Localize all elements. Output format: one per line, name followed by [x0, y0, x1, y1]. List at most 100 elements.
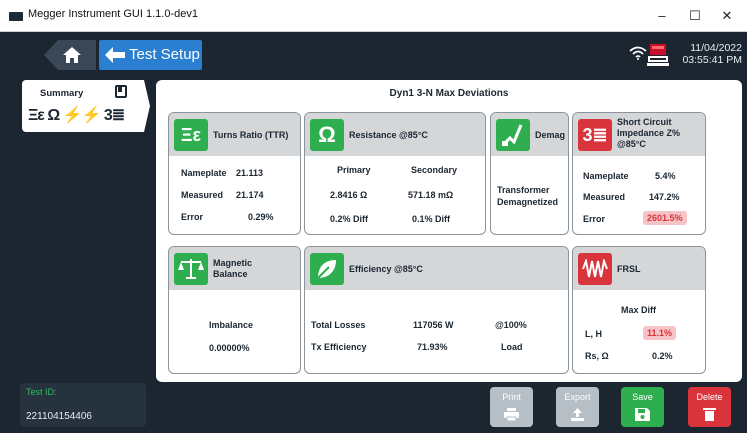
- date-text: 11/04/2022: [690, 42, 742, 54]
- test-id-value: 221104154406: [26, 411, 92, 422]
- tx-efficiency-label: Tx Efficiency: [311, 342, 367, 352]
- arrow-left-icon: [105, 47, 125, 63]
- nameplate-value: 21.113: [236, 168, 264, 178]
- wifi-icon: [629, 46, 647, 60]
- card-header: [305, 247, 568, 290]
- card-title: FRSL: [617, 264, 641, 274]
- test-id-label: Test ID:: [26, 387, 57, 397]
- scale-icon: [178, 259, 204, 279]
- lh-value-highlight: 11.1%: [643, 326, 677, 340]
- measured-label: Measured: [181, 190, 224, 200]
- card-frsl[interactable]: FRSL Max Diff L, H 11.1% Rs, Ω 0.2%: [572, 246, 706, 374]
- test-id-box: Test ID: 221104154406: [20, 383, 146, 427]
- delete-label: Delete: [696, 392, 723, 402]
- window-title: Megger Instrument GUI 1.1.0-dev1: [28, 8, 198, 20]
- coil-icon: [582, 257, 608, 278]
- card-title-line-3: @85°C: [617, 139, 646, 149]
- measured-value: 21.174: [236, 190, 264, 200]
- short-circuit-icon: 3≣: [578, 119, 612, 151]
- frsl-icon: [578, 253, 612, 285]
- card-magnetic-balance[interactable]: Magnetic Balance Imbalance 0.00000%: [168, 246, 301, 374]
- delete-button[interactable]: Delete: [688, 387, 731, 427]
- card-resistance[interactable]: Ω Resistance @85°C Primary Secondary 2.8…: [304, 112, 486, 235]
- datetime: 11/04/2022 03:55:41 PM: [672, 42, 742, 66]
- error-value: 0.29%: [248, 212, 274, 222]
- card-title-line-1: Short Circuit: [617, 117, 672, 127]
- card-ttr[interactable]: Ξε Turns Ratio (TTR) Nameplate 21.113 Me…: [168, 112, 301, 235]
- primary-diff: 0.2% Diff: [330, 214, 369, 224]
- home-button[interactable]: [44, 40, 96, 70]
- secondary-header: Secondary: [411, 165, 458, 175]
- primary-header: Primary: [337, 165, 371, 175]
- print-button[interactable]: Print: [490, 387, 533, 427]
- rs-label: Rs, Ω: [585, 351, 609, 361]
- total-losses-label: Total Losses: [311, 320, 366, 330]
- demag-line-2: Demagnetized: [497, 197, 559, 207]
- page-title: Dyn1 3-N Max Deviations: [389, 88, 509, 99]
- home-icon: [63, 47, 81, 63]
- minimize-button[interactable]: –: [647, 6, 677, 26]
- card-title: Efficiency @85°C: [349, 264, 423, 274]
- app-header: Test Setup 11/04/2022 03:55:41 PM: [0, 32, 747, 76]
- card-title-line-2: Balance: [213, 269, 248, 279]
- export-label: Export: [564, 392, 591, 402]
- load-label: Load: [501, 342, 523, 352]
- card-title-line-1: Magnetic: [213, 258, 253, 268]
- error-label: Error: [181, 212, 204, 222]
- summary-tab[interactable]: Summary Ξε Ω ⚡⚡ 3≣: [22, 80, 150, 132]
- close-button[interactable]: ✕: [712, 6, 742, 26]
- card-title: Resistance @85°C: [349, 130, 428, 140]
- total-losses-value: 117056 W: [413, 320, 454, 330]
- back-button-label: Test Setup: [129, 46, 200, 63]
- measured-value: 147.2%: [649, 192, 680, 202]
- error-label: Error: [583, 214, 606, 224]
- export-icon: [571, 408, 584, 421]
- magnet-icon: [501, 124, 523, 147]
- summary-tab-label: Summary: [40, 88, 84, 99]
- back-test-setup-button[interactable]: Test Setup: [99, 40, 202, 70]
- card-title: Short Circuit Impedance Z% @85°C: [617, 117, 680, 150]
- maximize-button[interactable]: ☐: [680, 6, 710, 26]
- export-button[interactable]: Export: [556, 387, 599, 427]
- balance-scale-icon: [174, 253, 208, 285]
- turns-ratio-icon: Ξε: [174, 119, 208, 151]
- save-button[interactable]: Save: [621, 387, 664, 427]
- summary-panel: Dyn1 3-N Max Deviations Ξε Turns Ratio (…: [156, 80, 742, 382]
- secondary-value: 571.18 mΩ: [408, 190, 454, 200]
- printer-icon: [504, 408, 519, 421]
- app-icon: [9, 12, 23, 21]
- nameplate-label: Nameplate: [181, 168, 227, 178]
- card-demag[interactable]: Demag Transformer Demagnetized: [490, 112, 569, 235]
- card-title: Turns Ratio (TTR): [213, 130, 289, 140]
- tx-efficiency-value: 71.93%: [417, 342, 448, 352]
- leaf-svg: [317, 260, 336, 279]
- card-title-line-2: Impedance Z%: [617, 128, 681, 138]
- gps-clock-icon: [647, 44, 669, 66]
- nameplate-value: 5.4%: [655, 171, 676, 181]
- card-short-circuit[interactable]: 3≣ Short Circuit Impedance Z% @85°C Name…: [572, 112, 706, 235]
- max-diff-header: Max Diff: [621, 305, 657, 315]
- rs-value: 0.2%: [652, 351, 673, 361]
- trash-icon: [703, 408, 716, 421]
- test-type-icons: Ξε Ω ⚡⚡ 3≣: [28, 107, 125, 124]
- imbalance-label: Imbalance: [209, 320, 254, 330]
- report-icon: [115, 85, 127, 98]
- window-titlebar: Megger Instrument GUI 1.1.0-dev1 – ☐ ✕: [0, 0, 747, 32]
- card-title: Demag: [535, 130, 566, 140]
- primary-value: 2.8416 Ω: [330, 190, 368, 200]
- demag-icon: [496, 119, 530, 151]
- load-percent: @100%: [495, 320, 527, 330]
- error-value-highlight: 2601.5%: [643, 211, 687, 225]
- measured-label: Measured: [583, 192, 626, 202]
- lh-label: L, H: [585, 329, 602, 339]
- floppy-icon: [635, 408, 650, 421]
- print-label: Print: [502, 392, 521, 402]
- save-label: Save: [632, 392, 653, 402]
- card-efficiency[interactable]: Efficiency @85°C Total Losses 117056 W @…: [304, 246, 569, 374]
- omega-icon: Ω: [310, 119, 344, 151]
- card-title: Magnetic Balance: [213, 258, 252, 280]
- nameplate-label: Nameplate: [583, 171, 629, 181]
- time-text: 03:55:41 PM: [682, 54, 742, 66]
- imbalance-value: 0.00000%: [209, 343, 250, 353]
- secondary-diff: 0.1% Diff: [412, 214, 451, 224]
